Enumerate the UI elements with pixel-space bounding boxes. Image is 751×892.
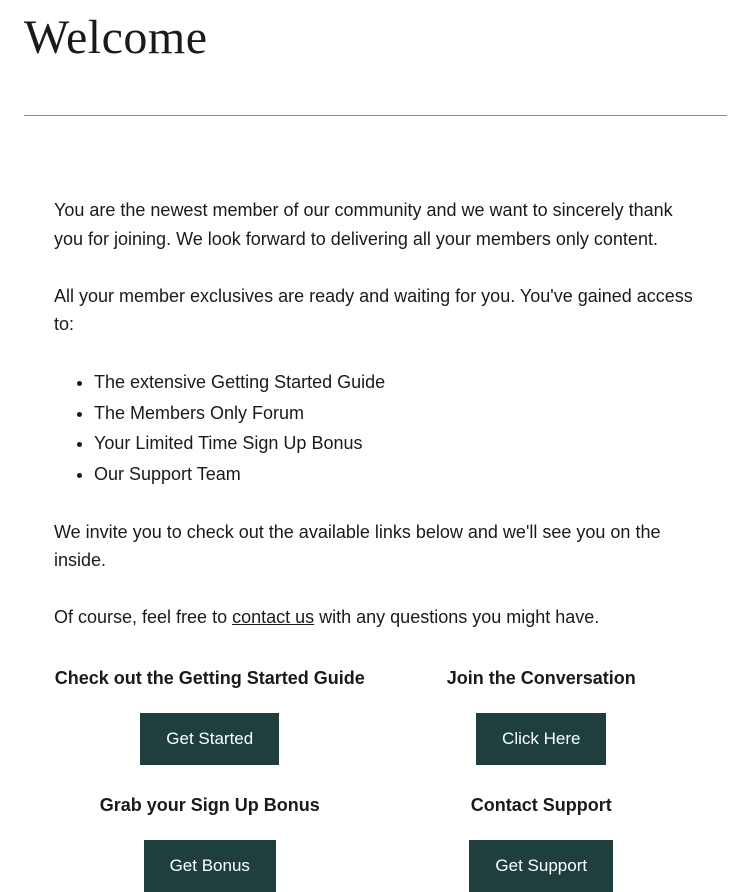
content-area: You are the newest member of our communi… xyxy=(24,196,727,892)
page-title: Welcome xyxy=(24,10,727,65)
get-started-button[interactable]: Get Started xyxy=(140,713,279,765)
cta-block-sign-up-bonus: Grab your Sign Up Bonus Get Bonus xyxy=(54,795,366,892)
list-item: The extensive Getting Started Guide xyxy=(94,367,697,398)
contact-us-link[interactable]: contact us xyxy=(232,607,314,627)
contact-suffix: with any questions you might have. xyxy=(314,607,599,627)
cta-grid: Check out the Getting Started Guide Get … xyxy=(54,668,697,892)
intro-paragraph-1: You are the newest member of our communi… xyxy=(54,196,697,254)
benefits-list: The extensive Getting Started Guide The … xyxy=(94,367,697,489)
cta-heading: Join the Conversation xyxy=(386,668,698,689)
contact-paragraph: Of course, feel free to contact us with … xyxy=(54,603,697,632)
invite-paragraph: We invite you to check out the available… xyxy=(54,518,697,576)
cta-block-contact-support: Contact Support Get Support xyxy=(386,795,698,892)
cta-heading: Contact Support xyxy=(386,795,698,816)
cta-block-join-conversation: Join the Conversation Click Here xyxy=(386,668,698,765)
cta-heading: Check out the Getting Started Guide xyxy=(54,668,366,689)
click-here-button[interactable]: Click Here xyxy=(476,713,606,765)
get-support-button[interactable]: Get Support xyxy=(469,840,613,892)
cta-heading: Grab your Sign Up Bonus xyxy=(54,795,366,816)
divider xyxy=(24,115,727,116)
contact-prefix: Of course, feel free to xyxy=(54,607,232,627)
cta-block-get-started: Check out the Getting Started Guide Get … xyxy=(54,668,366,765)
list-item: Your Limited Time Sign Up Bonus xyxy=(94,428,697,459)
intro-paragraph-2: All your member exclusives are ready and… xyxy=(54,282,697,340)
list-item: Our Support Team xyxy=(94,459,697,490)
get-bonus-button[interactable]: Get Bonus xyxy=(144,840,276,892)
list-item: The Members Only Forum xyxy=(94,398,697,429)
